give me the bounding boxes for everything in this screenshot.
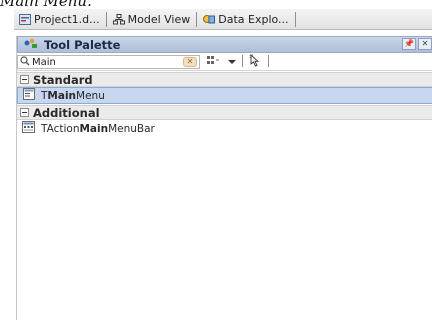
group-additional-label: Additional bbox=[33, 105, 100, 120]
tab-model-view[interactable]: Model View bbox=[112, 12, 191, 26]
toolbar-separator bbox=[242, 55, 243, 67]
collapse-icon[interactable] bbox=[20, 75, 29, 84]
collapse-icon[interactable] bbox=[20, 108, 29, 117]
palette-toolbar: ✕ bbox=[17, 53, 432, 71]
actionmenubar-icon bbox=[22, 121, 35, 136]
group-standard[interactable]: Standard bbox=[17, 72, 432, 87]
clear-search-icon[interactable]: ✕ bbox=[183, 57, 197, 67]
palette-item-tactionmainmenubar[interactable]: TActionMainMenuBar bbox=[17, 120, 432, 137]
tab-separator bbox=[294, 11, 296, 27]
tab-data-explorer-label: Data Explo... bbox=[218, 12, 289, 26]
tool-palette-title: Tool Palette bbox=[44, 37, 121, 52]
palette-item-label: TMainMenu bbox=[41, 89, 105, 102]
caption-text: Main Menu. bbox=[0, 0, 92, 9]
pin-icon[interactable]: 📌 bbox=[402, 38, 416, 50]
group-additional[interactable]: Additional bbox=[17, 105, 432, 120]
search-input[interactable] bbox=[32, 56, 172, 68]
mainmenu-icon bbox=[23, 88, 35, 103]
dropdown-icon bbox=[228, 55, 236, 68]
tab-separator bbox=[105, 11, 107, 27]
tab-data-explorer[interactable]: Data Explo... bbox=[203, 12, 289, 26]
close-icon[interactable]: ✕ bbox=[418, 38, 432, 50]
tab-separator bbox=[196, 11, 198, 27]
search-icon bbox=[20, 55, 30, 69]
tab-project-label: Project1.d... bbox=[34, 12, 100, 26]
pointer-icon bbox=[249, 53, 262, 70]
palette-item-tmainmenu[interactable]: TMainMenu bbox=[17, 87, 432, 104]
data-explorer-icon bbox=[203, 14, 216, 25]
tool-palette: Tool Palette 📌 ✕ ✕ bbox=[16, 36, 432, 320]
project-icon bbox=[19, 13, 31, 25]
palette-search: ✕ bbox=[17, 55, 200, 69]
categories-icon bbox=[206, 55, 220, 69]
document-tabs: Project1.d... Model View Data Explo... bbox=[14, 9, 432, 30]
model-view-icon bbox=[112, 13, 125, 25]
tool-palette-icon bbox=[24, 38, 38, 52]
tool-palette-titlebar[interactable]: Tool Palette 📌 ✕ bbox=[17, 36, 432, 53]
toolbar-separator bbox=[268, 55, 269, 67]
tab-model-view-label: Model View bbox=[127, 12, 191, 26]
categories-button[interactable] bbox=[205, 55, 221, 68]
group-standard-label: Standard bbox=[33, 72, 93, 87]
pointer-button[interactable] bbox=[247, 53, 263, 70]
tab-project[interactable]: Project1.d... bbox=[19, 13, 100, 26]
palette-item-label: TActionMainMenuBar bbox=[41, 122, 155, 135]
categories-dropdown[interactable] bbox=[226, 55, 238, 68]
